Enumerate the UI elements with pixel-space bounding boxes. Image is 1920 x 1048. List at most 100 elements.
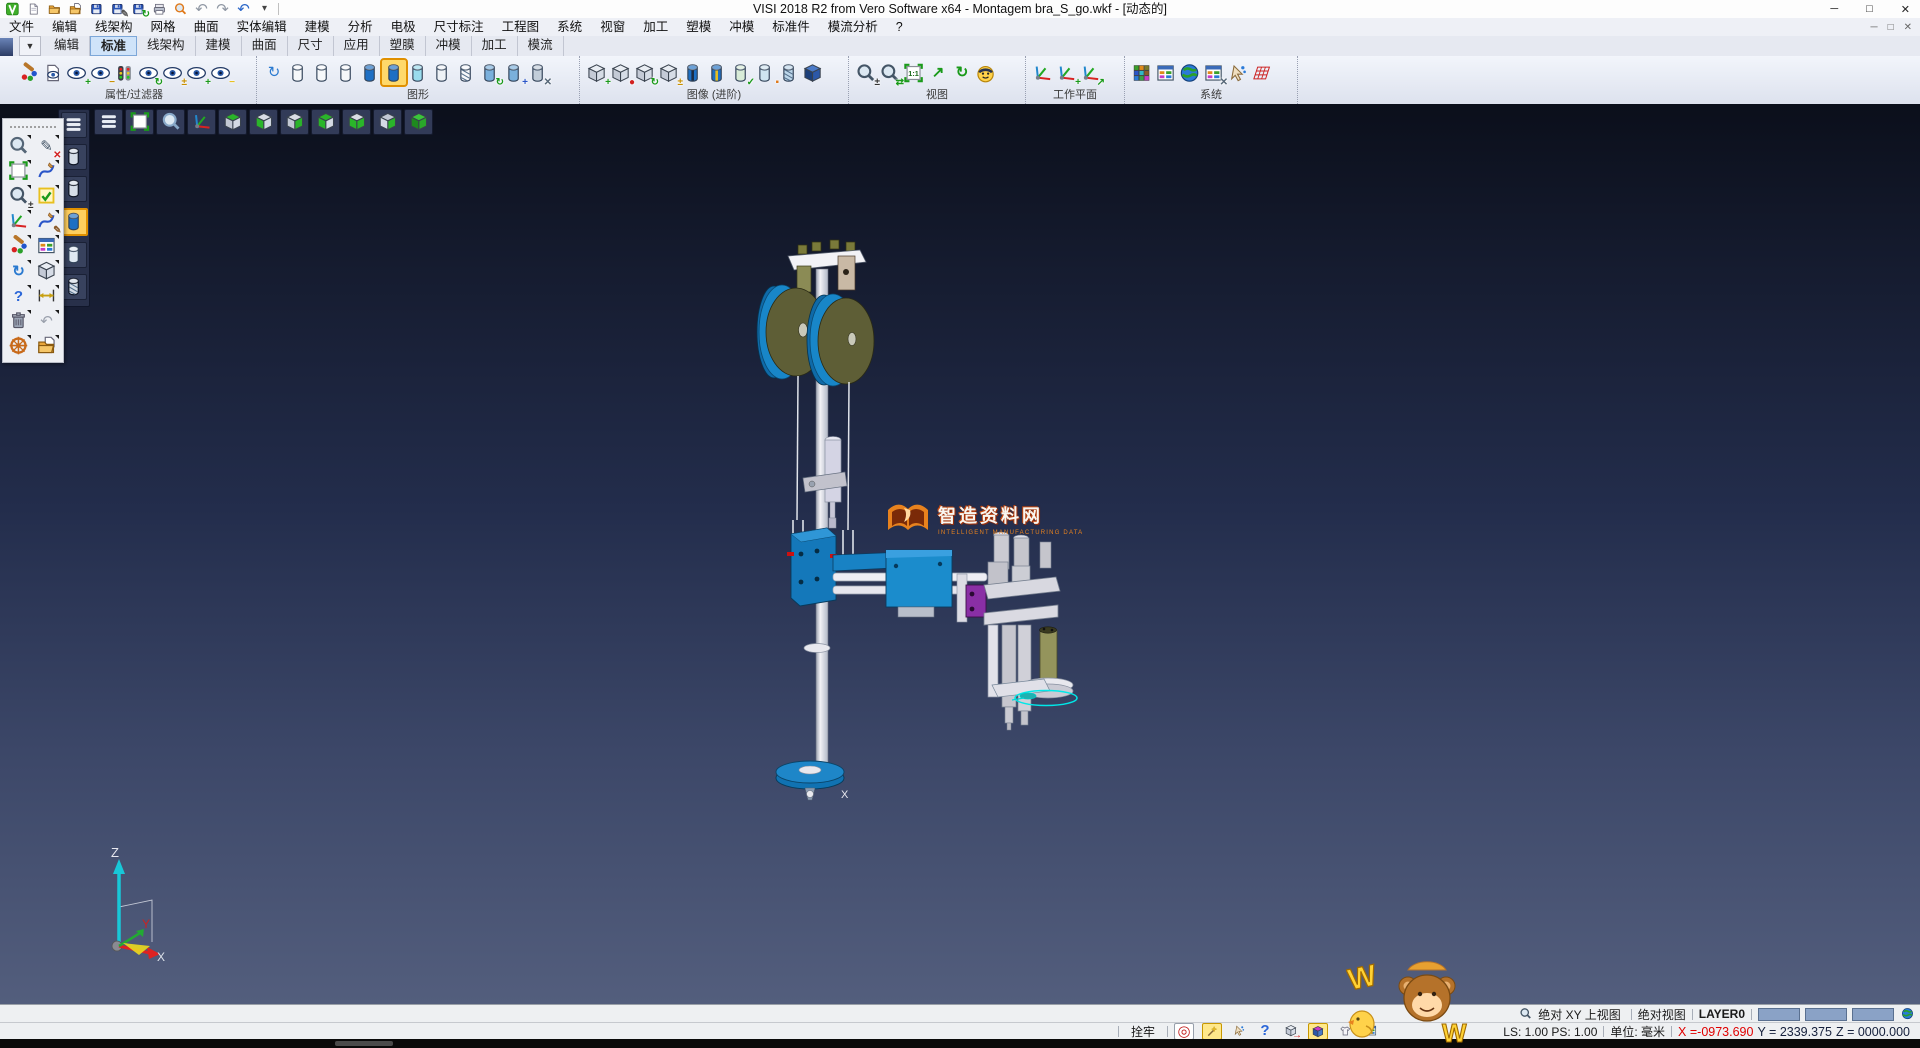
- rotate-view-icon[interactable]: ↻: [950, 60, 974, 85]
- layer-regen-icon[interactable]: ↻: [478, 60, 502, 85]
- delete-icon[interactable]: [6, 309, 32, 333]
- menu-item-9[interactable]: 尺寸标注: [425, 18, 493, 36]
- magic-wand-icon[interactable]: [1202, 1023, 1222, 1040]
- view-back-icon[interactable]: [342, 109, 371, 135]
- layer-wire-c-icon[interactable]: [334, 60, 358, 85]
- menu-item-17[interactable]: 模流分析: [819, 18, 887, 36]
- curve-modify-icon[interactable]: ✎: [34, 209, 60, 233]
- work-grid-icon[interactable]: [1250, 60, 1274, 85]
- layer-verify-icon[interactable]: ✓: [729, 60, 753, 85]
- layer-current-icon[interactable]: [382, 60, 406, 85]
- solid-cube-icon[interactable]: [34, 259, 60, 283]
- menu-item-12[interactable]: 视窗: [591, 18, 634, 36]
- mdi-close-button[interactable]: ✕: [1904, 22, 1912, 33]
- menu-item-10[interactable]: 工程图: [493, 18, 549, 36]
- tab-6[interactable]: 应用: [334, 36, 380, 56]
- view-ucs-icon[interactable]: [187, 109, 216, 135]
- strip-solid-icon[interactable]: [60, 208, 88, 236]
- view-mode-indicator[interactable]: 绝对 XY 上视图: [1538, 1006, 1620, 1023]
- view-left-icon[interactable]: [311, 109, 340, 135]
- minimize-button[interactable]: ─: [1830, 3, 1838, 15]
- viewports-icon[interactable]: [34, 234, 60, 258]
- view-bottom-icon[interactable]: [373, 109, 402, 135]
- base-disc[interactable]: [776, 761, 844, 800]
- tab-8[interactable]: 冲模: [426, 36, 472, 56]
- menu-item-7[interactable]: 分析: [339, 18, 382, 36]
- tab-9[interactable]: 加工: [472, 36, 518, 56]
- layer-wire-b-icon[interactable]: [310, 60, 334, 85]
- horizontal-arm[interactable]: [833, 550, 987, 622]
- navigator-icon[interactable]: [6, 334, 32, 358]
- active-layer-indicator[interactable]: LAYER0: [1699, 1007, 1745, 1021]
- layer-stripe-dark-icon[interactable]: [681, 60, 705, 85]
- cursor-snap-icon[interactable]: [1230, 1023, 1248, 1038]
- tab-1[interactable]: 标准: [90, 36, 137, 56]
- sketch-knife-icon[interactable]: ✎✕: [34, 134, 60, 158]
- tab-10[interactable]: 模流: [518, 36, 564, 56]
- tab-2[interactable]: 线架构: [137, 36, 196, 56]
- mdi-minimize-button[interactable]: ─: [1870, 22, 1877, 33]
- tab-5[interactable]: 尺寸: [288, 36, 334, 56]
- viewport-3d[interactable]: X Z X Y ✎✕±✎↻?↶: [0, 104, 1920, 1004]
- shaded-mode-icon[interactable]: [1308, 1023, 1328, 1040]
- menu-item-15[interactable]: 冲模: [720, 18, 763, 36]
- save-all-icon[interactable]: ↻: [129, 1, 148, 17]
- strip-light-icon[interactable]: [61, 242, 87, 268]
- context-help-icon[interactable]: ?: [1256, 1023, 1274, 1038]
- new-file-icon[interactable]: [24, 1, 43, 17]
- measure-icon[interactable]: [34, 284, 60, 308]
- attribute-paint-icon[interactable]: [17, 60, 41, 85]
- help-icon[interactable]: ?: [6, 284, 32, 308]
- lock-toggle[interactable]: 拴牢: [1131, 1023, 1155, 1040]
- tab-dropdown-button[interactable]: ▼: [19, 36, 41, 56]
- menu-item-8[interactable]: 电极: [382, 18, 425, 36]
- open-file-icon[interactable]: [45, 1, 64, 17]
- export-view-icon[interactable]: →: [1282, 1023, 1300, 1038]
- menu-item-18[interactable]: ?: [887, 18, 912, 36]
- qat-more-icon[interactable]: ▾: [255, 1, 274, 17]
- save-icon[interactable]: [87, 1, 106, 17]
- strip-menu-icon[interactable]: [61, 112, 87, 138]
- layer-copy-icon[interactable]: +: [502, 60, 526, 85]
- save-as-icon[interactable]: ✎: [108, 1, 127, 17]
- select-regen-icon[interactable]: ↻: [633, 60, 657, 85]
- redo-icon[interactable]: ↷: [213, 1, 232, 17]
- zoom-selection-icon[interactable]: ↗: [926, 60, 950, 85]
- show-add-icon[interactable]: +: [65, 60, 89, 85]
- strip-wire-a-icon[interactable]: [61, 144, 87, 170]
- hide-remove-icon[interactable]: −: [89, 60, 113, 85]
- menu-item-6[interactable]: 建模: [296, 18, 339, 36]
- layer-color-bar-3[interactable]: [1852, 1008, 1894, 1021]
- confirm-icon[interactable]: [34, 184, 60, 208]
- layer-wire-a-icon[interactable]: [286, 60, 310, 85]
- menu-item-14[interactable]: 塑模: [677, 18, 720, 36]
- visibility-refresh-icon[interactable]: ↻: [137, 60, 161, 85]
- workplane-new-icon[interactable]: +: [1055, 60, 1079, 85]
- regen-graphics-icon[interactable]: ↻: [262, 60, 286, 85]
- carriage-block[interactable]: [787, 528, 837, 606]
- visibility-filter-icon[interactable]: [113, 60, 137, 85]
- close-button[interactable]: ✕: [1901, 3, 1910, 16]
- zoom-window-icon[interactable]: ±: [854, 60, 878, 85]
- maximize-button[interactable]: □: [1866, 3, 1873, 15]
- fit-view-icon[interactable]: [6, 159, 32, 183]
- print-preview-icon[interactable]: [171, 1, 190, 17]
- attributes-paint-icon[interactable]: [6, 234, 32, 258]
- layer-color-bar-1[interactable]: [1758, 1008, 1800, 1021]
- layer-color-bar-2[interactable]: [1805, 1008, 1847, 1021]
- view-right-icon[interactable]: [280, 109, 309, 135]
- menu-item-4[interactable]: 曲面: [185, 18, 228, 36]
- layer-hatch-blue-icon[interactable]: [777, 60, 801, 85]
- select-filter-icon[interactable]: ●: [609, 60, 633, 85]
- menu-item-0[interactable]: 文件: [0, 18, 43, 36]
- workplane-align-icon[interactable]: ↗: [1079, 60, 1103, 85]
- revert-icon[interactable]: ↶: [234, 1, 253, 17]
- units-indicator[interactable]: 单位: 毫米: [1610, 1023, 1665, 1040]
- assembly-model[interactable]: X Z X Y: [0, 104, 1920, 1004]
- zoom-options-icon[interactable]: ±: [6, 184, 32, 208]
- snap-circle-icon[interactable]: ◎: [1174, 1023, 1194, 1040]
- tab-3[interactable]: 建模: [196, 36, 242, 56]
- layer-solid-icon[interactable]: [358, 60, 382, 85]
- layer-light-icon[interactable]: [430, 60, 454, 85]
- pulley-right[interactable]: [807, 294, 874, 386]
